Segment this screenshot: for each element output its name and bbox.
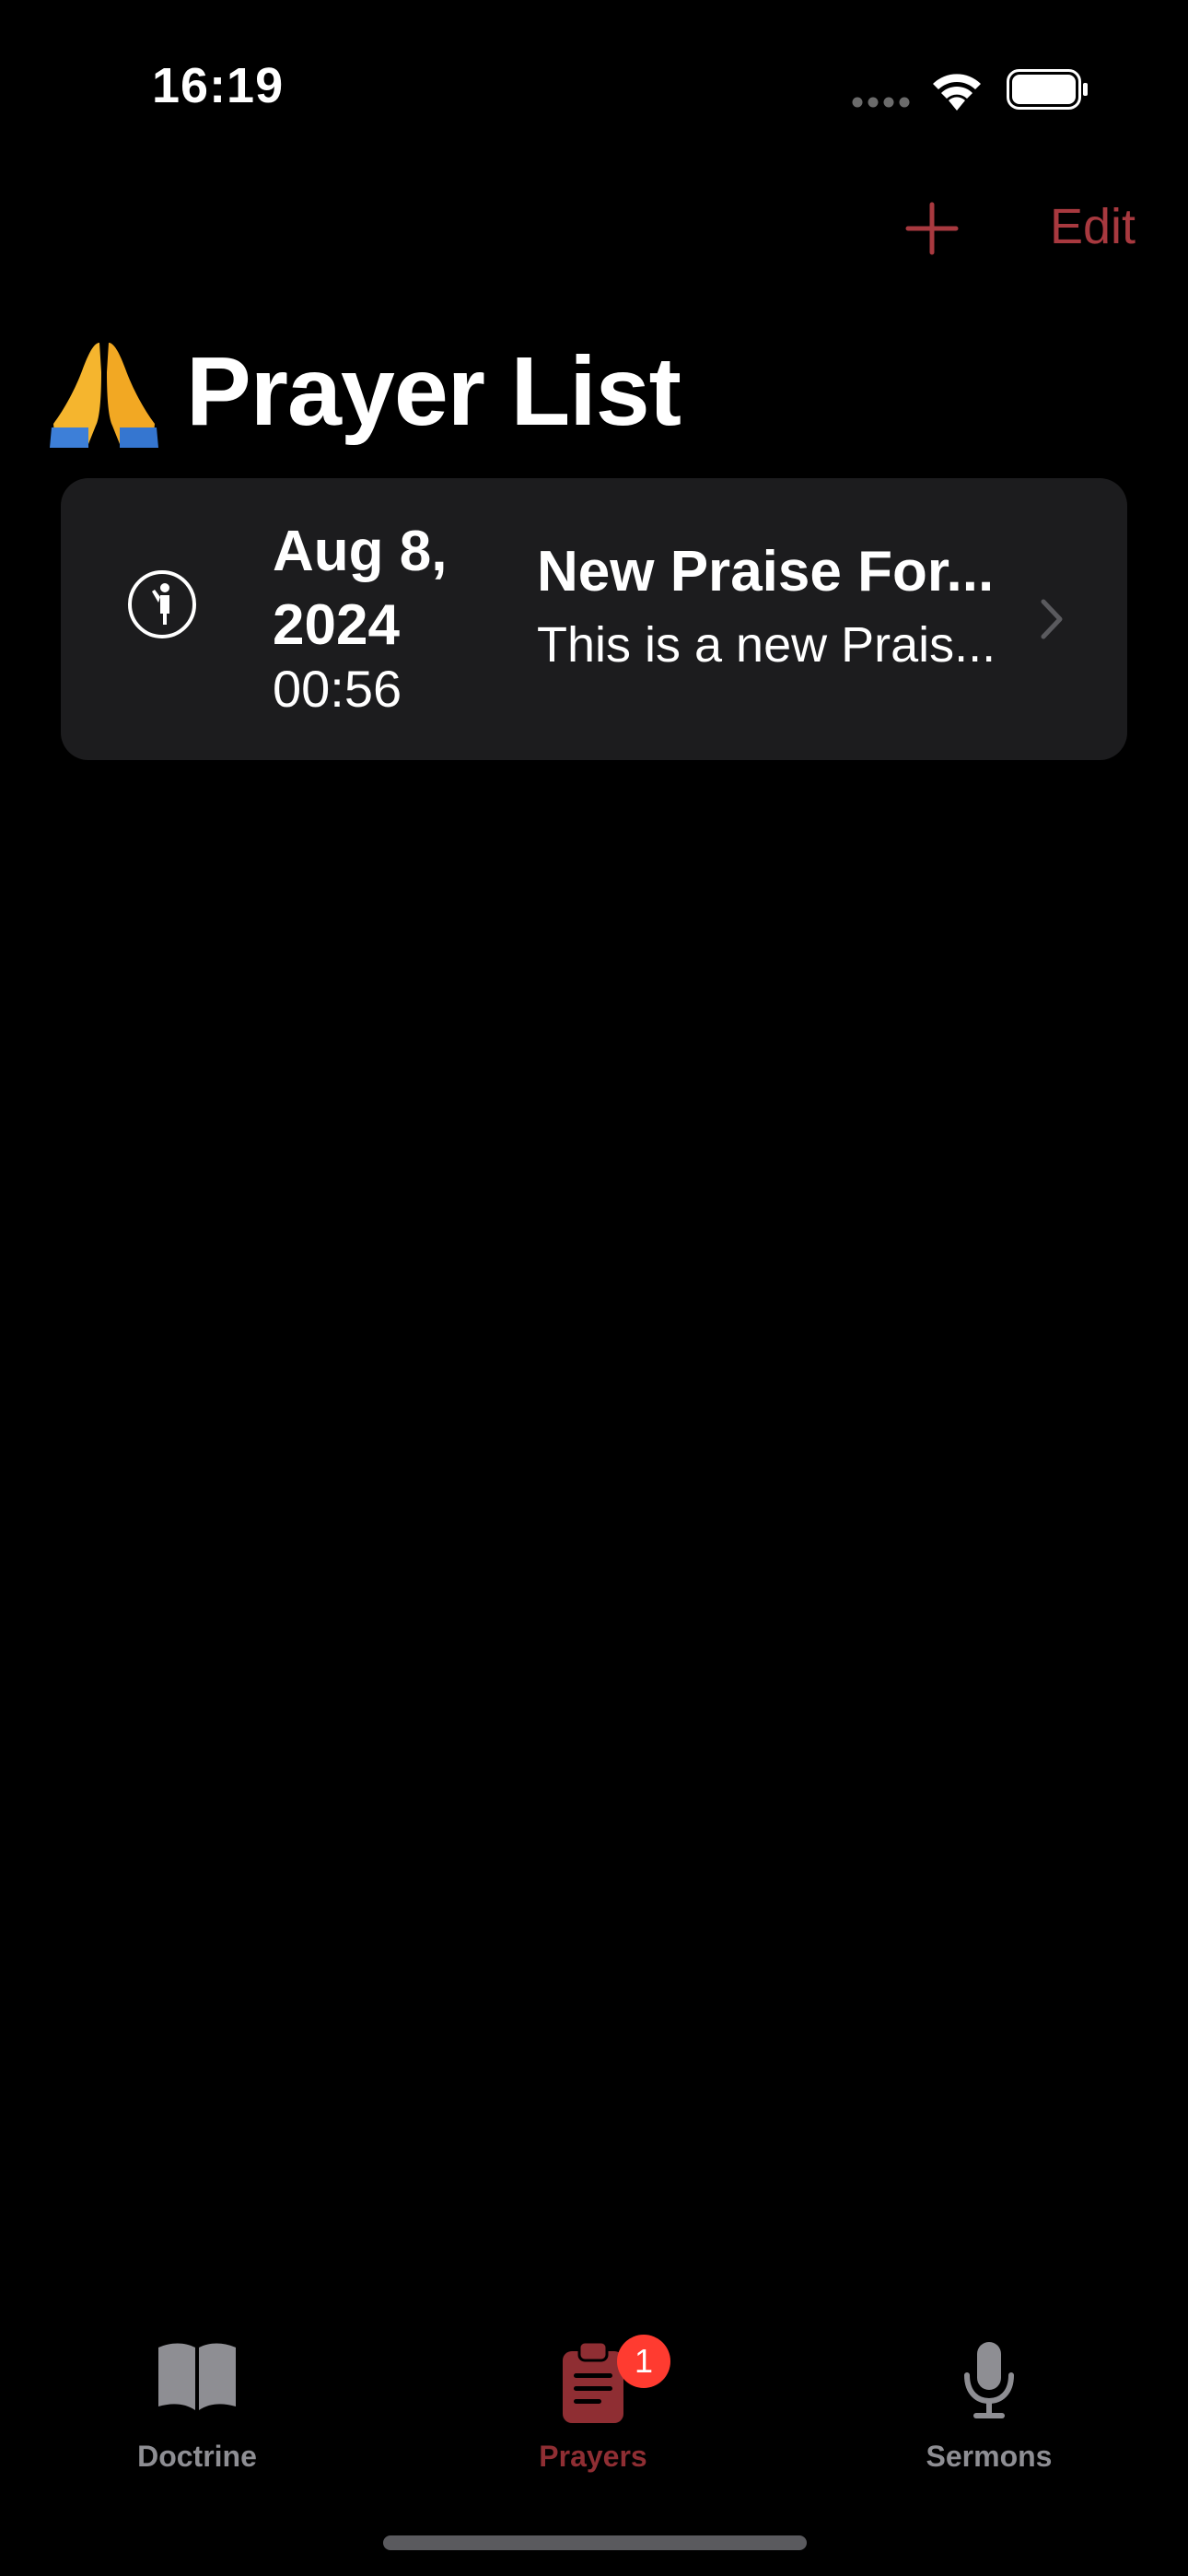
folded-hands-icon — [50, 343, 158, 448]
notification-badge: 1 — [617, 2335, 670, 2388]
prayer-time: 00:56 — [273, 660, 402, 718]
microphone-icon — [964, 2342, 1014, 2418]
tab-prayers-label: Prayers — [539, 2440, 647, 2473]
clipboard-icon — [563, 2340, 623, 2423]
prayer-title: New Praise For... — [537, 540, 995, 603]
cellular-signal-icon — [852, 97, 910, 108]
person-praying-icon — [128, 570, 196, 638]
tab-doctrine[interactable]: Doctrine — [59, 2340, 335, 2488]
battery-icon — [1007, 69, 1088, 110]
tab-doctrine-label: Doctrine — [137, 2440, 257, 2473]
book-icon — [158, 2343, 236, 2410]
tab-prayers[interactable]: 1 Prayers — [455, 2335, 731, 2488]
tab-sermons[interactable]: Sermons — [851, 2340, 1127, 2488]
page-title: Prayer List — [48, 332, 681, 451]
add-button[interactable] — [904, 201, 960, 256]
status-time: 16:19 — [152, 58, 285, 113]
chevron-right-icon — [1041, 599, 1063, 639]
wifi-icon — [933, 74, 981, 111]
edit-button[interactable]: Edit — [1050, 198, 1136, 255]
prayer-date: Aug 8, 2024 — [273, 520, 448, 657]
tab-sermons-label: Sermons — [926, 2440, 1053, 2473]
list-item[interactable]: Aug 8, 2024 00:56 New Praise For... This… — [61, 478, 1127, 760]
home-indicator[interactable] — [383, 2535, 807, 2550]
page-title-text: Prayer List — [186, 336, 681, 446]
prayer-subtitle: This is a new Prais... — [537, 617, 996, 673]
